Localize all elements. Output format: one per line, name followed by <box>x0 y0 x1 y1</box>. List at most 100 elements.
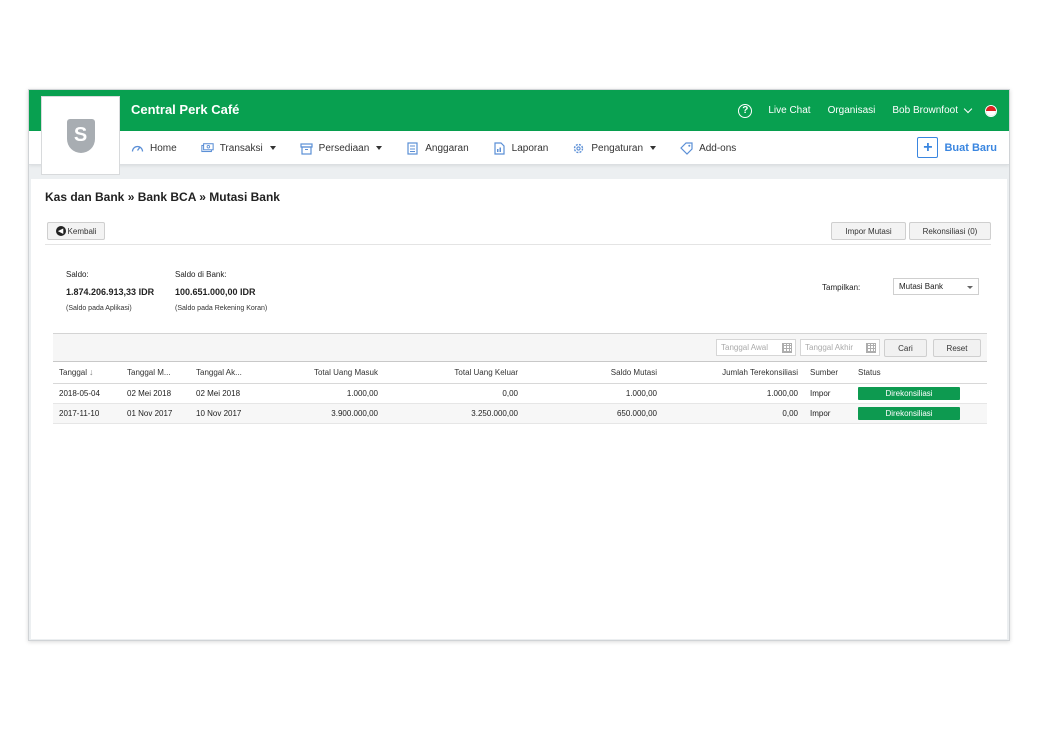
nav-addons-label: Add-ons <box>699 142 737 154</box>
start-date-input[interactable]: Tanggal Awal <box>716 339 796 356</box>
col-header-end-date[interactable]: Tanggal Ak... <box>190 362 276 384</box>
main-nav: Home Transaksi Persediaan Anggaran Lapor… <box>29 131 1009 165</box>
col-header-start-date[interactable]: Tanggal M... <box>121 362 190 384</box>
nav-transaksi[interactable]: Transaksi <box>201 142 276 155</box>
end-date-placeholder: Tanggal Akhir <box>805 343 854 352</box>
top-bar: Central Perk Café ? Live Chat Organisasi… <box>29 90 1009 131</box>
nav-anggaran[interactable]: Anggaran <box>406 141 469 155</box>
table-row[interactable]: 2017-11-10 01 Nov 2017 10 Nov 2017 3.900… <box>53 403 987 424</box>
bank-balance-label: Saldo di Bank: <box>175 270 227 279</box>
help-icon[interactable]: ? <box>738 103 753 118</box>
status-badge[interactable]: Direkonsiliasi <box>858 386 960 400</box>
col-header-total-out[interactable]: Total Uang Keluar <box>384 362 524 384</box>
back-button[interactable]: ◀ Kembali <box>47 222 105 240</box>
caret-down-icon <box>269 146 276 150</box>
nav-home[interactable]: Home <box>131 142 177 155</box>
nav-pengaturan[interactable]: Pengaturan <box>572 142 657 155</box>
top-right-menu: ? Live Chat Organisasi Bob Brownfoot <box>738 90 1009 131</box>
view-select[interactable]: Mutasi Bank <box>893 278 979 295</box>
app-title: Central Perk Café <box>131 102 240 117</box>
cell-source: Impor <box>804 403 852 424</box>
cell-total-in: 3.900.000,00 <box>276 403 384 424</box>
calendar-icon[interactable] <box>782 343 792 353</box>
cell-total-out: 0,00 <box>384 383 524 404</box>
gear-icon <box>572 142 585 155</box>
status-badge[interactable]: Direkonsiliasi <box>858 406 960 420</box>
create-new-button[interactable]: + Buat Baru <box>917 137 997 158</box>
col-header-source[interactable]: Sumber <box>804 362 852 384</box>
view-select-value: Mutasi Bank <box>899 282 944 291</box>
col-header-status[interactable]: Status <box>852 362 987 384</box>
cell-reconciled-amount: 1.000,00 <box>663 383 804 404</box>
user-name: Bob Brownfoot <box>892 105 958 116</box>
table-row[interactable]: 2018-05-04 02 Mei 2018 02 Mei 2018 1.000… <box>53 383 987 404</box>
import-mutation-button[interactable]: Impor Mutasi <box>831 222 906 240</box>
cell-end-date: 02 Mei 2018 <box>190 383 276 404</box>
cell-source: Impor <box>804 383 852 404</box>
nav-home-label: Home <box>150 142 177 154</box>
cell-start-date: 02 Mei 2018 <box>121 383 190 404</box>
nav-pengaturan-label: Pengaturan <box>591 142 644 154</box>
reconcile-button[interactable]: Rekonsiliasi (0) <box>909 222 991 240</box>
user-menu[interactable]: Bob Brownfoot <box>892 104 973 116</box>
col-header-mutation-balance[interactable]: Saldo Mutasi <box>524 362 663 384</box>
cell-total-out: 3.250.000,00 <box>384 403 524 424</box>
app-window: Central Perk Café ? Live Chat Organisasi… <box>28 89 1010 641</box>
nav-laporan-label: Laporan <box>511 142 549 154</box>
search-button[interactable]: Cari <box>884 339 927 357</box>
tag-icon <box>680 141 693 155</box>
organization-link[interactable]: Organisasi <box>828 105 876 116</box>
start-date-placeholder: Tanggal Awal <box>721 343 768 352</box>
caret-down-icon <box>376 146 383 150</box>
bank-balance-value: 100.651.000,00 IDR <box>175 287 256 297</box>
report-icon <box>493 141 506 155</box>
nav-addons[interactable]: Add-ons <box>680 141 737 155</box>
breadcrumb: Kas dan Bank » Bank BCA » Mutasi Bank <box>45 190 280 204</box>
nav-persediaan[interactable]: Persediaan <box>300 142 383 155</box>
arrow-left-icon: ◀ <box>55 226 66 236</box>
dashboard-icon <box>131 142 144 155</box>
saldo-note: (Saldo pada Aplikasi) <box>66 305 132 312</box>
cell-date: 2018-05-04 <box>53 383 121 404</box>
col-header-date[interactable]: Tanggal ↓ <box>53 362 121 384</box>
nav-transaksi-label: Transaksi <box>219 142 263 154</box>
cell-start-date: 01 Nov 2017 <box>121 403 190 424</box>
view-label: Tampilkan: <box>822 283 861 292</box>
calculator-icon <box>406 141 419 155</box>
company-logo[interactable]: S <box>41 96 120 175</box>
cell-mutation-balance: 1.000,00 <box>524 383 663 404</box>
cell-end-date: 10 Nov 2017 <box>190 403 276 424</box>
cell-status: Direkonsiliasi <box>852 403 987 424</box>
shield-logo-icon: S <box>66 118 95 153</box>
caret-down-icon <box>967 286 973 289</box>
divider <box>45 244 991 245</box>
main-content: Kas dan Bank » Bank BCA » Mutasi Bank ◀ … <box>31 179 1007 639</box>
cell-date: 2017-11-10 <box>53 403 121 424</box>
calendar-icon[interactable] <box>866 343 876 353</box>
nav-anggaran-label: Anggaran <box>425 142 469 154</box>
end-date-input[interactable]: Tanggal Akhir <box>800 339 880 356</box>
cell-status: Direkonsiliasi <box>852 383 987 404</box>
box-icon <box>300 142 313 155</box>
cell-total-in: 1.000,00 <box>276 383 384 404</box>
sort-down-icon[interactable]: ↓ <box>89 367 94 377</box>
live-chat-link[interactable]: Live Chat <box>768 105 810 116</box>
col-header-reconciled-amount[interactable]: Jumlah Terekonsiliasi <box>663 362 804 384</box>
table-header-row: Tanggal ↓ Tanggal M... Tanggal Ak... Tota… <box>53 362 987 384</box>
bank-balance-note: (Saldo pada Rekening Koran) <box>175 305 268 312</box>
nav-laporan[interactable]: Laporan <box>493 141 549 155</box>
saldo-label: Saldo: <box>66 270 89 279</box>
filter-bar: Tanggal Awal Tanggal Akhir Cari Reset <box>53 333 987 362</box>
caret-down-icon <box>650 146 657 150</box>
chevron-down-icon <box>963 104 973 113</box>
mutation-table: Tanggal ↓ Tanggal M... Tanggal Ak... Tota… <box>53 362 987 424</box>
col-header-total-in[interactable]: Total Uang Masuk <box>276 362 384 384</box>
cell-reconciled-amount: 0,00 <box>663 403 804 424</box>
cell-mutation-balance: 650.000,00 <box>524 403 663 424</box>
create-new-label: Buat Baru <box>944 141 997 154</box>
plus-icon: + <box>917 137 939 158</box>
indonesia-flag-icon[interactable] <box>985 104 997 117</box>
saldo-value: 1.874.206.913,33 IDR <box>66 287 155 297</box>
reset-button[interactable]: Reset <box>933 339 981 357</box>
nav-persediaan-label: Persediaan <box>318 142 370 154</box>
